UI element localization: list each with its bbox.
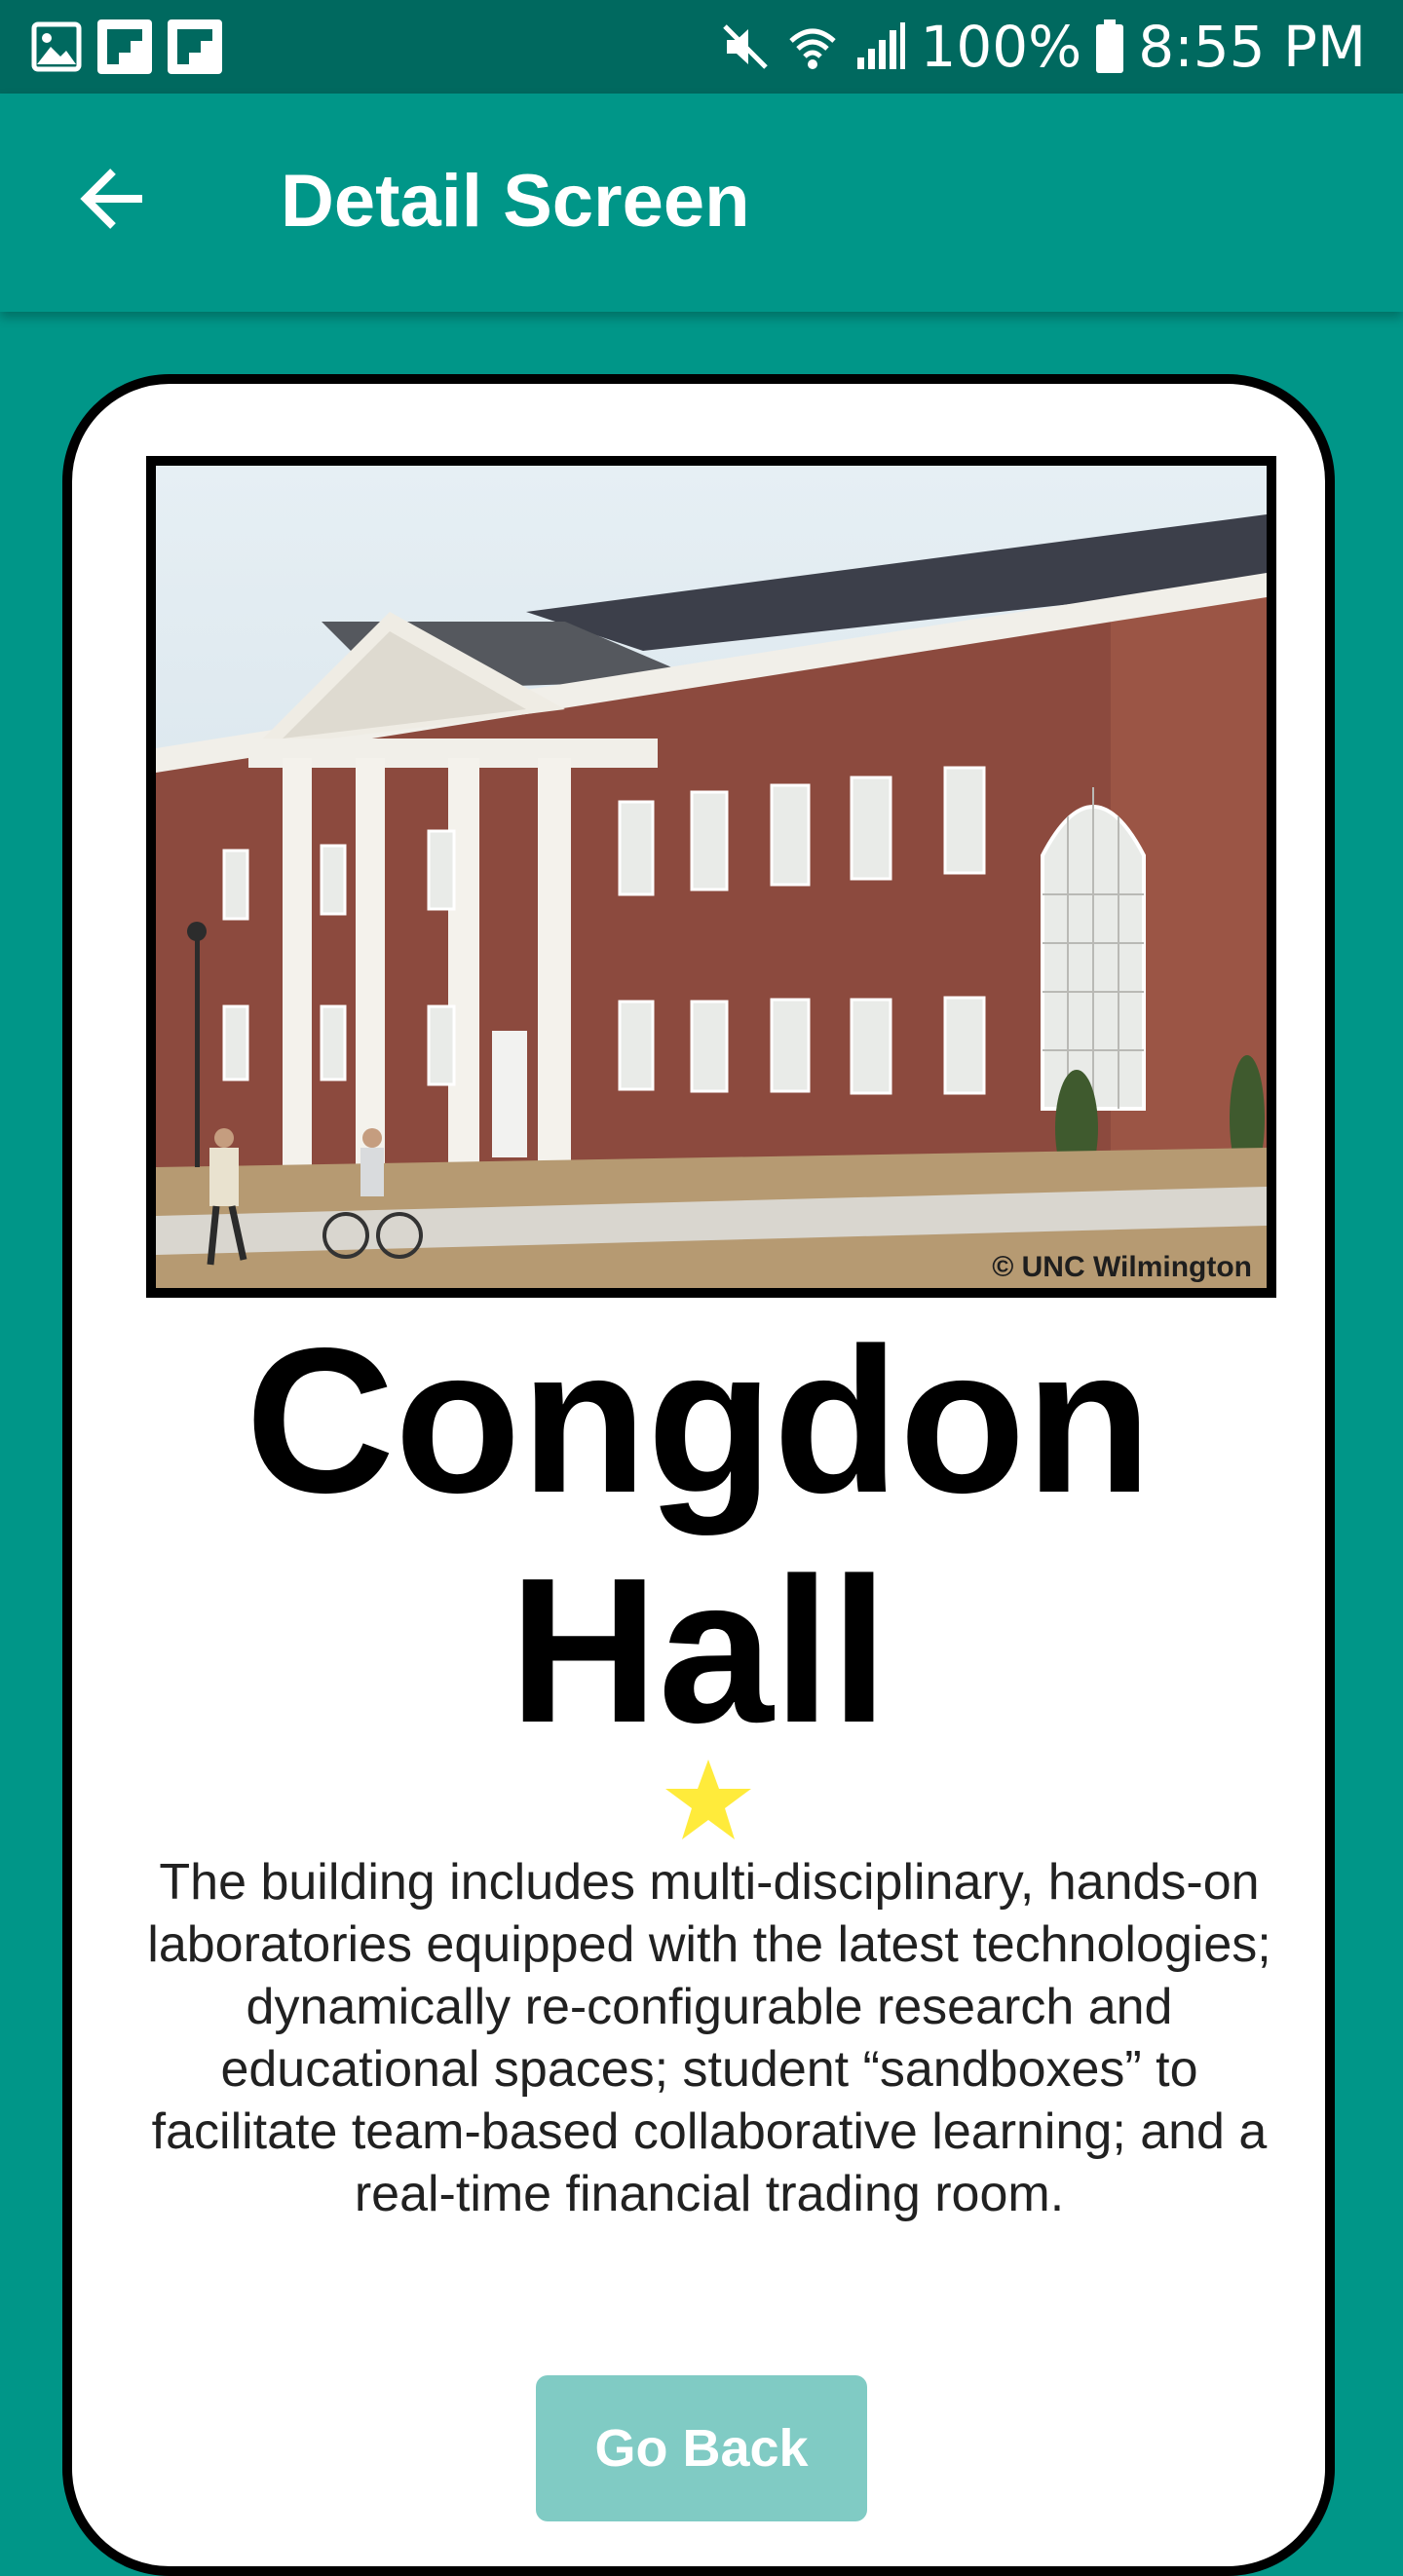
screen-title: Detail Screen <box>281 160 750 243</box>
star-icon <box>665 1760 751 1839</box>
battery-icon <box>1095 19 1124 74</box>
app-bar: Detail Screen <box>0 94 1403 312</box>
mute-icon <box>719 20 772 73</box>
flipboard-icon <box>97 19 152 74</box>
clock: 8:55 PM <box>1138 14 1366 80</box>
photo-watermark: © UNC Wilmington <box>992 1251 1252 1283</box>
status-bar: 100% 8:55 PM <box>0 0 1403 94</box>
signal-icon <box>853 20 906 73</box>
go-back-button[interactable]: Go Back <box>536 2375 867 2521</box>
image-icon <box>31 21 82 72</box>
battery-percent: 100% <box>920 14 1082 80</box>
building-name: Congdon Hall <box>245 1305 1153 1765</box>
building-photo: © UNC Wilmington <box>146 456 1276 1298</box>
flipboard-icon <box>168 19 222 74</box>
back-button[interactable] <box>58 144 168 253</box>
notification-icons <box>31 19 222 74</box>
wifi-icon <box>785 19 840 74</box>
system-status: 100% 8:55 PM <box>719 14 1366 80</box>
building-description: The building includes multi-disciplinary… <box>147 1854 1271 2222</box>
arrow-back-icon <box>80 169 142 229</box>
detail-card: © UNC Wilmington Congdon Hall The buildi… <box>62 374 1335 2576</box>
